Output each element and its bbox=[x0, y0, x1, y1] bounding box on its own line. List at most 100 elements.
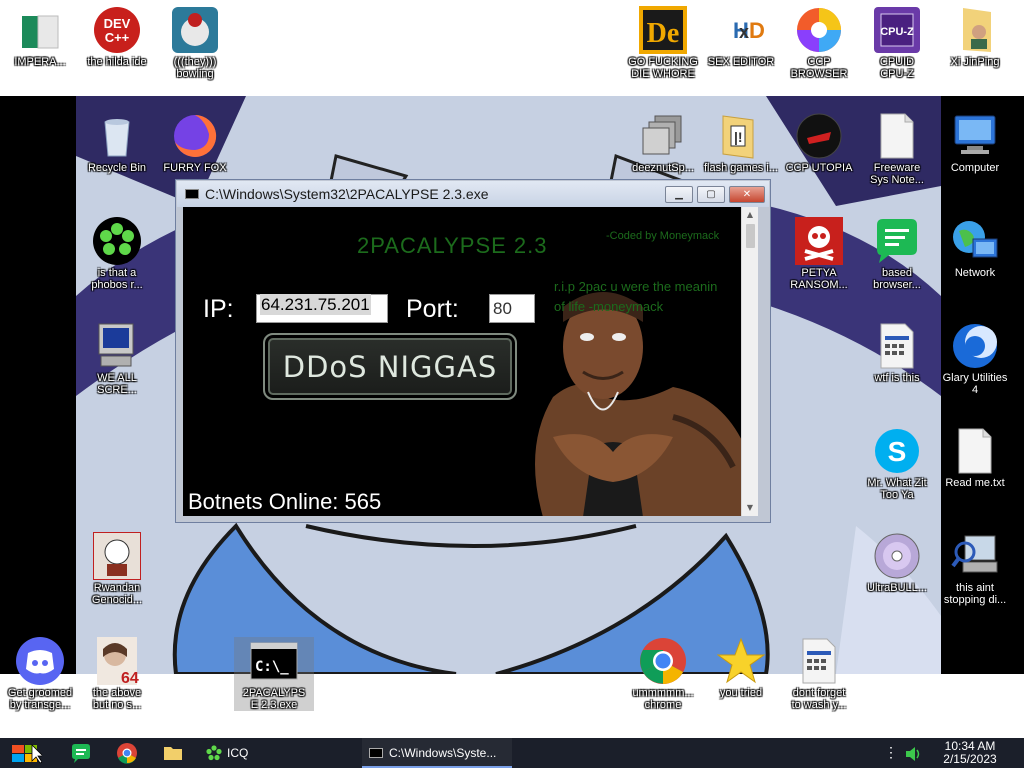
desktop-icon-we-all-scream[interactable]: WE ALL SCRE... bbox=[77, 322, 157, 396]
taskbar-icq-task[interactable]: ICQ bbox=[200, 738, 356, 768]
wallpaper-left-border bbox=[0, 96, 76, 674]
desktop-icon-imperia[interactable]: IMPERA... bbox=[0, 6, 80, 68]
cpuz-icon: CPU-Z bbox=[873, 6, 921, 54]
desktop-icon-furry-fox[interactable]: FURRY FOX bbox=[155, 112, 235, 174]
firefox-icon bbox=[171, 112, 219, 160]
devcpp-icon: DEV C++ bbox=[93, 6, 141, 54]
calendar-document-icon bbox=[795, 637, 843, 685]
recycle-bin-icon bbox=[93, 112, 141, 160]
gold-star-icon bbox=[717, 637, 765, 685]
red-emblem-icon bbox=[795, 112, 843, 160]
network-globe-icon bbox=[951, 217, 999, 265]
desktop-icon-label: you tried bbox=[719, 687, 763, 699]
maximize-button[interactable]: ▢ bbox=[697, 186, 725, 203]
scroll-thumb[interactable] bbox=[746, 224, 755, 248]
desktop-icon-readme[interactable]: Read me.txt bbox=[935, 427, 1015, 489]
desktop-icon-de[interactable]: De GO FUCKING DIE WHORE bbox=[623, 6, 703, 80]
desktop-icon-network[interactable]: Network bbox=[935, 217, 1015, 279]
green-chat-icon bbox=[72, 744, 90, 763]
colorful-swirl-icon bbox=[795, 6, 843, 54]
desktop-icon-label: Get groomed by transge... bbox=[7, 687, 73, 711]
console-task-label: C:\Windows\Syste... bbox=[389, 746, 497, 760]
port-input[interactable]: 80 bbox=[489, 294, 535, 323]
desktop-icon-label: (((they))) bowling bbox=[173, 56, 217, 80]
svg-text:D: D bbox=[749, 18, 765, 43]
console-app-icon bbox=[185, 189, 199, 199]
document-icon bbox=[873, 112, 921, 160]
desktop-icon-hxd[interactable]: HDx SEX EDITOR bbox=[701, 6, 781, 68]
minimize-button[interactable]: ▁ bbox=[665, 186, 693, 203]
desktop-icon-cpuz[interactable]: CPU-Z CPUID CPU-Z bbox=[857, 6, 937, 80]
desktop-icon-chrome[interactable]: ummmmm... chrome bbox=[623, 637, 703, 711]
app-window[interactable]: C:\Windows\System32\2PACALYPSE 2.3.exe ▁… bbox=[175, 179, 771, 523]
portrait-64-icon: 64 bbox=[93, 637, 141, 685]
svg-text:64: 64 bbox=[121, 670, 139, 685]
desktop-icon-ccp-utopia[interactable]: CCP UTOPIA bbox=[779, 112, 859, 174]
ip-input-value: 64.231.75.201 bbox=[260, 294, 371, 315]
desktop-icon-bowling[interactable]: (((they))) bowling bbox=[155, 6, 235, 80]
svg-text:CPU-Z: CPU-Z bbox=[880, 26, 914, 38]
taskbar-chat-button[interactable] bbox=[70, 742, 92, 764]
taskbar-chrome-button[interactable] bbox=[116, 742, 138, 764]
desktop-icon-label: Recycle Bin bbox=[87, 162, 147, 174]
desktop-icon-get-groomed[interactable]: Get groomed by transge... bbox=[0, 637, 80, 711]
desktop-icon-2pacalypse-exe[interactable]: C:\_ 2PACALYPS E 2.3.exe bbox=[234, 637, 314, 711]
ddos-button[interactable]: DDoS NIGGAS bbox=[263, 333, 517, 400]
text-file-icon bbox=[951, 427, 999, 475]
overflow-menu-icon[interactable]: ⋮ bbox=[884, 744, 898, 761]
desktop-icon-label: CPUID CPU-Z bbox=[879, 56, 915, 80]
desktop-icon-xijinping[interactable]: Xi JinPing bbox=[935, 6, 1015, 68]
desktop-icon-label: CCP BROWSER bbox=[790, 56, 848, 80]
calendar-document-icon bbox=[873, 322, 921, 370]
vertical-scrollbar[interactable]: ▲ ▼ bbox=[741, 207, 758, 516]
close-button[interactable]: ✕ bbox=[729, 186, 765, 203]
volume-icon[interactable] bbox=[905, 746, 923, 766]
desktop-icon-dont-forget[interactable]: dont forget to wash y... bbox=[779, 637, 859, 711]
coded-by-credit: -Coded by Moneymack bbox=[606, 230, 720, 242]
icq-flower-icon bbox=[206, 745, 222, 761]
desktop-icon-label: this aint stopping di... bbox=[943, 582, 1007, 606]
desktop-icon-ultrabull[interactable]: UltraBULL... bbox=[857, 532, 937, 594]
desktop-icon-computer[interactable]: Computer bbox=[935, 112, 1015, 174]
scroll-down-arrow-icon[interactable]: ▼ bbox=[742, 500, 758, 516]
desktop-icon-label: Mr. What Zit Too Ya bbox=[867, 477, 927, 501]
chrome-icon bbox=[639, 637, 687, 685]
clock-date: 2/15/2023 bbox=[943, 752, 997, 766]
ip-input[interactable]: 64.231.75.201 bbox=[256, 294, 388, 323]
desktop-icon-freeware[interactable]: Freeware Sys Note... bbox=[857, 112, 937, 186]
svg-text:De: De bbox=[647, 18, 680, 49]
window-titlebar[interactable]: C:\Windows\System32\2PACALYPSE 2.3.exe ▁… bbox=[177, 181, 769, 207]
desktop-icon-label: 2PACALYPS E 2.3.exe bbox=[242, 687, 306, 711]
desktop-icon-label: Read me.txt bbox=[945, 477, 1005, 489]
desktop-icon-devcpp[interactable]: DEV C++ the hilda ide bbox=[77, 6, 157, 68]
desktop-icon-based-browser[interactable]: based browser... bbox=[857, 217, 937, 291]
desktop-icon-ccp-browser[interactable]: CCP BROWSER bbox=[779, 6, 859, 80]
desktop-icon-phobos[interactable]: is that a phobos r... bbox=[77, 217, 157, 291]
chat-bubble-icon bbox=[873, 217, 921, 265]
desktop-icon-label: GO FUCKING DIE WHORE bbox=[628, 56, 698, 80]
desktop-icon-flash-games[interactable]: |! flash games i... bbox=[701, 112, 781, 174]
desktop-icon-glary[interactable]: Glary Utilities 4 bbox=[935, 322, 1015, 396]
svg-text:DEV: DEV bbox=[104, 16, 131, 31]
desktop-icon-label: deeznutSp... bbox=[632, 162, 694, 174]
app-name-heading: 2PACALYPSE 2.3 bbox=[357, 233, 548, 258]
desktop-icon-recycle-bin[interactable]: Recycle Bin bbox=[77, 112, 157, 174]
desktop-icon-the-above[interactable]: 64 the above but no s... bbox=[77, 637, 157, 711]
desktop-icon-label: dont forget to wash y... bbox=[791, 687, 847, 711]
taskbar-console-task[interactable]: C:\Windows\Syste... bbox=[362, 738, 512, 768]
scroll-up-arrow-icon[interactable]: ▲ bbox=[742, 207, 758, 223]
desktop-icon-this-aint[interactable]: this aint stopping di... bbox=[935, 532, 1015, 606]
desktop-icon-petya[interactable]: PETYA RANSOM... bbox=[779, 217, 859, 291]
desktop-icon-wtf-is-this[interactable]: wtf is this bbox=[857, 322, 937, 384]
desktop-icon-rwandan[interactable]: Rwandan Genocid... bbox=[77, 532, 157, 606]
desktop-icon-label: Xi JinPing bbox=[950, 56, 1000, 68]
taskbar-clock[interactable]: 10:34 AM 2/15/2023 bbox=[934, 740, 1006, 766]
desktop-icon-deeznut[interactable]: deeznutSp... bbox=[623, 112, 703, 174]
desktop-icon-you-tried[interactable]: you tried bbox=[701, 637, 781, 699]
desktop-icon-skype[interactable]: S Mr. What Zit Too Ya bbox=[857, 427, 937, 501]
start-button[interactable] bbox=[8, 743, 44, 765]
taskbar-explorer-button[interactable] bbox=[162, 742, 184, 764]
rip-message-line1: r.i.p 2pac u were the meanin bbox=[554, 279, 718, 294]
desktop-icon-label: FURRY FOX bbox=[163, 162, 227, 174]
desktop-icon-label: the above but no s... bbox=[92, 687, 142, 711]
